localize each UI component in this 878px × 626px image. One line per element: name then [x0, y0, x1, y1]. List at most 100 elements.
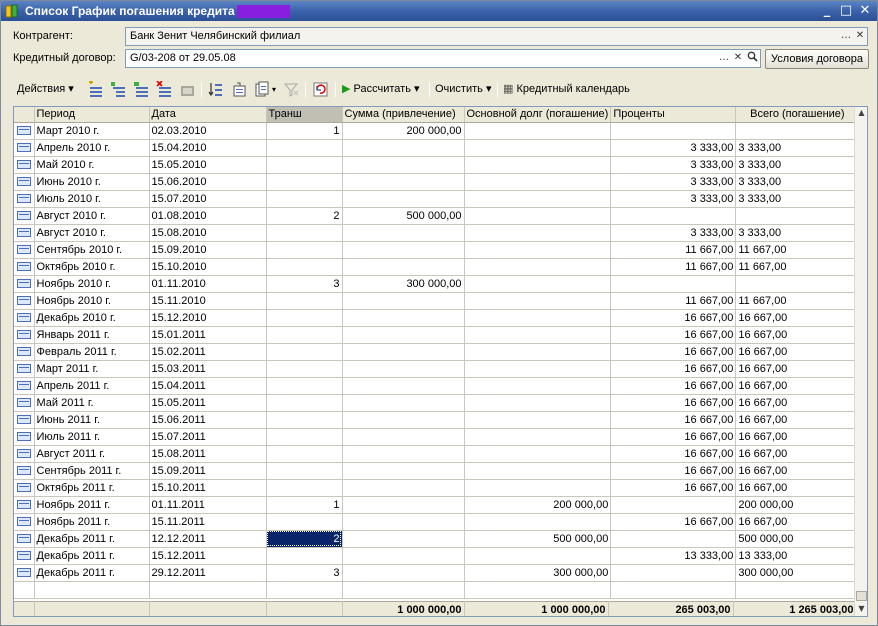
total-cell[interactable]: 16 667,00: [735, 479, 860, 497]
principal-cell[interactable]: [464, 326, 612, 344]
drawdown-cell[interactable]: [342, 445, 465, 463]
copy-row-icon[interactable]: [133, 81, 150, 98]
total-cell[interactable]: 16 667,00: [735, 428, 860, 446]
principal-cell[interactable]: [464, 122, 612, 140]
drawdown-cell[interactable]: [342, 309, 465, 327]
period-cell[interactable]: Сентябрь 2011 г.: [34, 462, 150, 480]
interest-cell[interactable]: 16 667,00: [610, 326, 737, 344]
period-cell[interactable]: Март 2011 г.: [34, 360, 150, 378]
interest-cell[interactable]: [610, 530, 737, 548]
drawdown-cell[interactable]: [342, 530, 465, 548]
date-cell[interactable]: 15.04.2010: [149, 139, 267, 157]
interest-cell[interactable]: [610, 564, 737, 582]
table-row[interactable]: Июнь 2010 г. 15.06.2010 3 333,00 3 333,00: [14, 173, 860, 191]
drawdown-header[interactable]: Сумма (привлечение): [342, 107, 465, 123]
document-menu-arrow[interactable]: ▾: [272, 81, 276, 98]
add-row-icon[interactable]: [87, 81, 104, 98]
refresh-icon[interactable]: [312, 81, 329, 98]
drawdown-cell[interactable]: [342, 241, 465, 259]
total-cell[interactable]: 16 667,00: [735, 462, 860, 480]
total-cell[interactable]: 16 667,00: [735, 513, 860, 531]
period-cell[interactable]: Июнь 2011 г.: [34, 411, 150, 429]
tranche-cell[interactable]: [266, 377, 343, 395]
period-cell[interactable]: Август 2010 г.: [34, 207, 150, 225]
drawdown-cell[interactable]: [342, 258, 465, 276]
table-row[interactable]: Октябрь 2010 г. 15.10.2010 11 667,00 11 667…: [14, 258, 860, 276]
table-row[interactable]: Январь 2011 г. 15.01.2011 16 667,00 16 667,…: [14, 326, 860, 344]
table-row[interactable]: Сентябрь 2010 г. 15.09.2010 11 667,00 11 66…: [14, 241, 860, 259]
principal-cell[interactable]: [464, 547, 612, 565]
total-cell[interactable]: 11 667,00: [735, 241, 860, 259]
principal-cell[interactable]: [464, 462, 612, 480]
interest-cell[interactable]: 16 667,00: [610, 462, 737, 480]
interest-cell[interactable]: 16 667,00: [610, 394, 737, 412]
document-menu-icon[interactable]: [254, 81, 271, 98]
drawdown-cell[interactable]: [342, 190, 465, 208]
drawdown-cell[interactable]: 300 000,00: [342, 275, 465, 293]
tranche-cell[interactable]: 3: [266, 275, 343, 293]
period-cell[interactable]: Апрель 2011 г.: [34, 377, 150, 395]
date-cell[interactable]: 15.09.2011: [149, 462, 267, 480]
table-row[interactable]: Июнь 2011 г. 15.06.2011 16 667,00 16 667,00: [14, 411, 860, 429]
total-cell[interactable]: [735, 275, 860, 293]
period-cell[interactable]: Декабрь 2010 г.: [34, 309, 150, 327]
principal-cell[interactable]: [464, 224, 612, 242]
period-cell[interactable]: Август 2010 г.: [34, 224, 150, 242]
tranche-cell[interactable]: [266, 462, 343, 480]
table-row[interactable]: Февраль 2011 г. 15.02.2011 16 667,00 16 667…: [14, 343, 860, 361]
date-cell[interactable]: 15.06.2011: [149, 411, 267, 429]
maximize-button[interactable]: □: [838, 3, 854, 19]
principal-cell[interactable]: [464, 207, 612, 225]
interest-cell[interactable]: 16 667,00: [610, 309, 737, 327]
date-cell[interactable]: 29.12.2011: [149, 564, 267, 582]
tranche-cell[interactable]: [266, 309, 343, 327]
period-cell[interactable]: Май 2010 г.: [34, 156, 150, 174]
period-cell[interactable]: Июль 2011 г.: [34, 428, 150, 446]
total-cell[interactable]: 16 667,00: [735, 309, 860, 327]
total-cell[interactable]: 16 667,00: [735, 411, 860, 429]
period-cell[interactable]: Ноябрь 2011 г.: [34, 513, 150, 531]
principal-cell[interactable]: [464, 411, 612, 429]
date-cell[interactable]: 15.05.2010: [149, 156, 267, 174]
table-row[interactable]: Ноябрь 2010 г. 01.11.2010 3 300 000,00: [14, 275, 860, 293]
period-cell[interactable]: Август 2011 г.: [34, 445, 150, 463]
total-cell[interactable]: 11 667,00: [735, 292, 860, 310]
principal-cell[interactable]: [464, 275, 612, 293]
total-cell[interactable]: [735, 122, 860, 140]
tranche-cell[interactable]: [266, 513, 343, 531]
date-cell[interactable]: 15.07.2010: [149, 190, 267, 208]
principal-cell[interactable]: [464, 343, 612, 361]
date-cell[interactable]: 01.08.2010: [149, 207, 267, 225]
total-cell[interactable]: [735, 207, 860, 225]
date-cell[interactable]: 15.05.2011: [149, 394, 267, 412]
period-cell[interactable]: Июль 2010 г.: [34, 190, 150, 208]
date-cell[interactable]: 15.12.2011: [149, 547, 267, 565]
interest-cell[interactable]: 11 667,00: [610, 292, 737, 310]
date-cell[interactable]: 15.01.2011: [149, 326, 267, 344]
title-bar[interactable]: Список График погашения кредита _ □ ✕: [1, 1, 877, 21]
drawdown-cell[interactable]: 200 000,00: [342, 122, 465, 140]
interest-cell[interactable]: 3 333,00: [610, 190, 737, 208]
tranche-cell[interactable]: [266, 428, 343, 446]
calculate-button[interactable]: ▶ Рассчитать ▾: [342, 81, 420, 98]
interest-cell[interactable]: 16 667,00: [610, 360, 737, 378]
period-cell[interactable]: Май 2011 г.: [34, 394, 150, 412]
date-cell[interactable]: 15.02.2011: [149, 343, 267, 361]
counterparty-select-button[interactable]: …: [839, 29, 853, 45]
period-cell[interactable]: Декабрь 2011 г.: [34, 564, 150, 582]
tranche-cell[interactable]: [266, 343, 343, 361]
tranche-header[interactable]: Транш: [266, 107, 343, 123]
tranche-cell[interactable]: [266, 190, 343, 208]
interest-cell[interactable]: 3 333,00: [610, 173, 737, 191]
principal-cell[interactable]: [464, 241, 612, 259]
drawdown-cell[interactable]: [342, 377, 465, 395]
table-row[interactable]: Май 2010 г. 15.05.2010 3 333,00 3 333,00: [14, 156, 860, 174]
clear-button[interactable]: Очистить ▾: [435, 81, 491, 98]
drawdown-cell[interactable]: [342, 292, 465, 310]
tranche-cell[interactable]: [266, 394, 343, 412]
date-cell[interactable]: 01.11.2011: [149, 496, 267, 514]
principal-cell[interactable]: [464, 377, 612, 395]
interest-cell[interactable]: [610, 122, 737, 140]
date-cell[interactable]: 15.12.2010: [149, 309, 267, 327]
date-cell[interactable]: 15.07.2011: [149, 428, 267, 446]
